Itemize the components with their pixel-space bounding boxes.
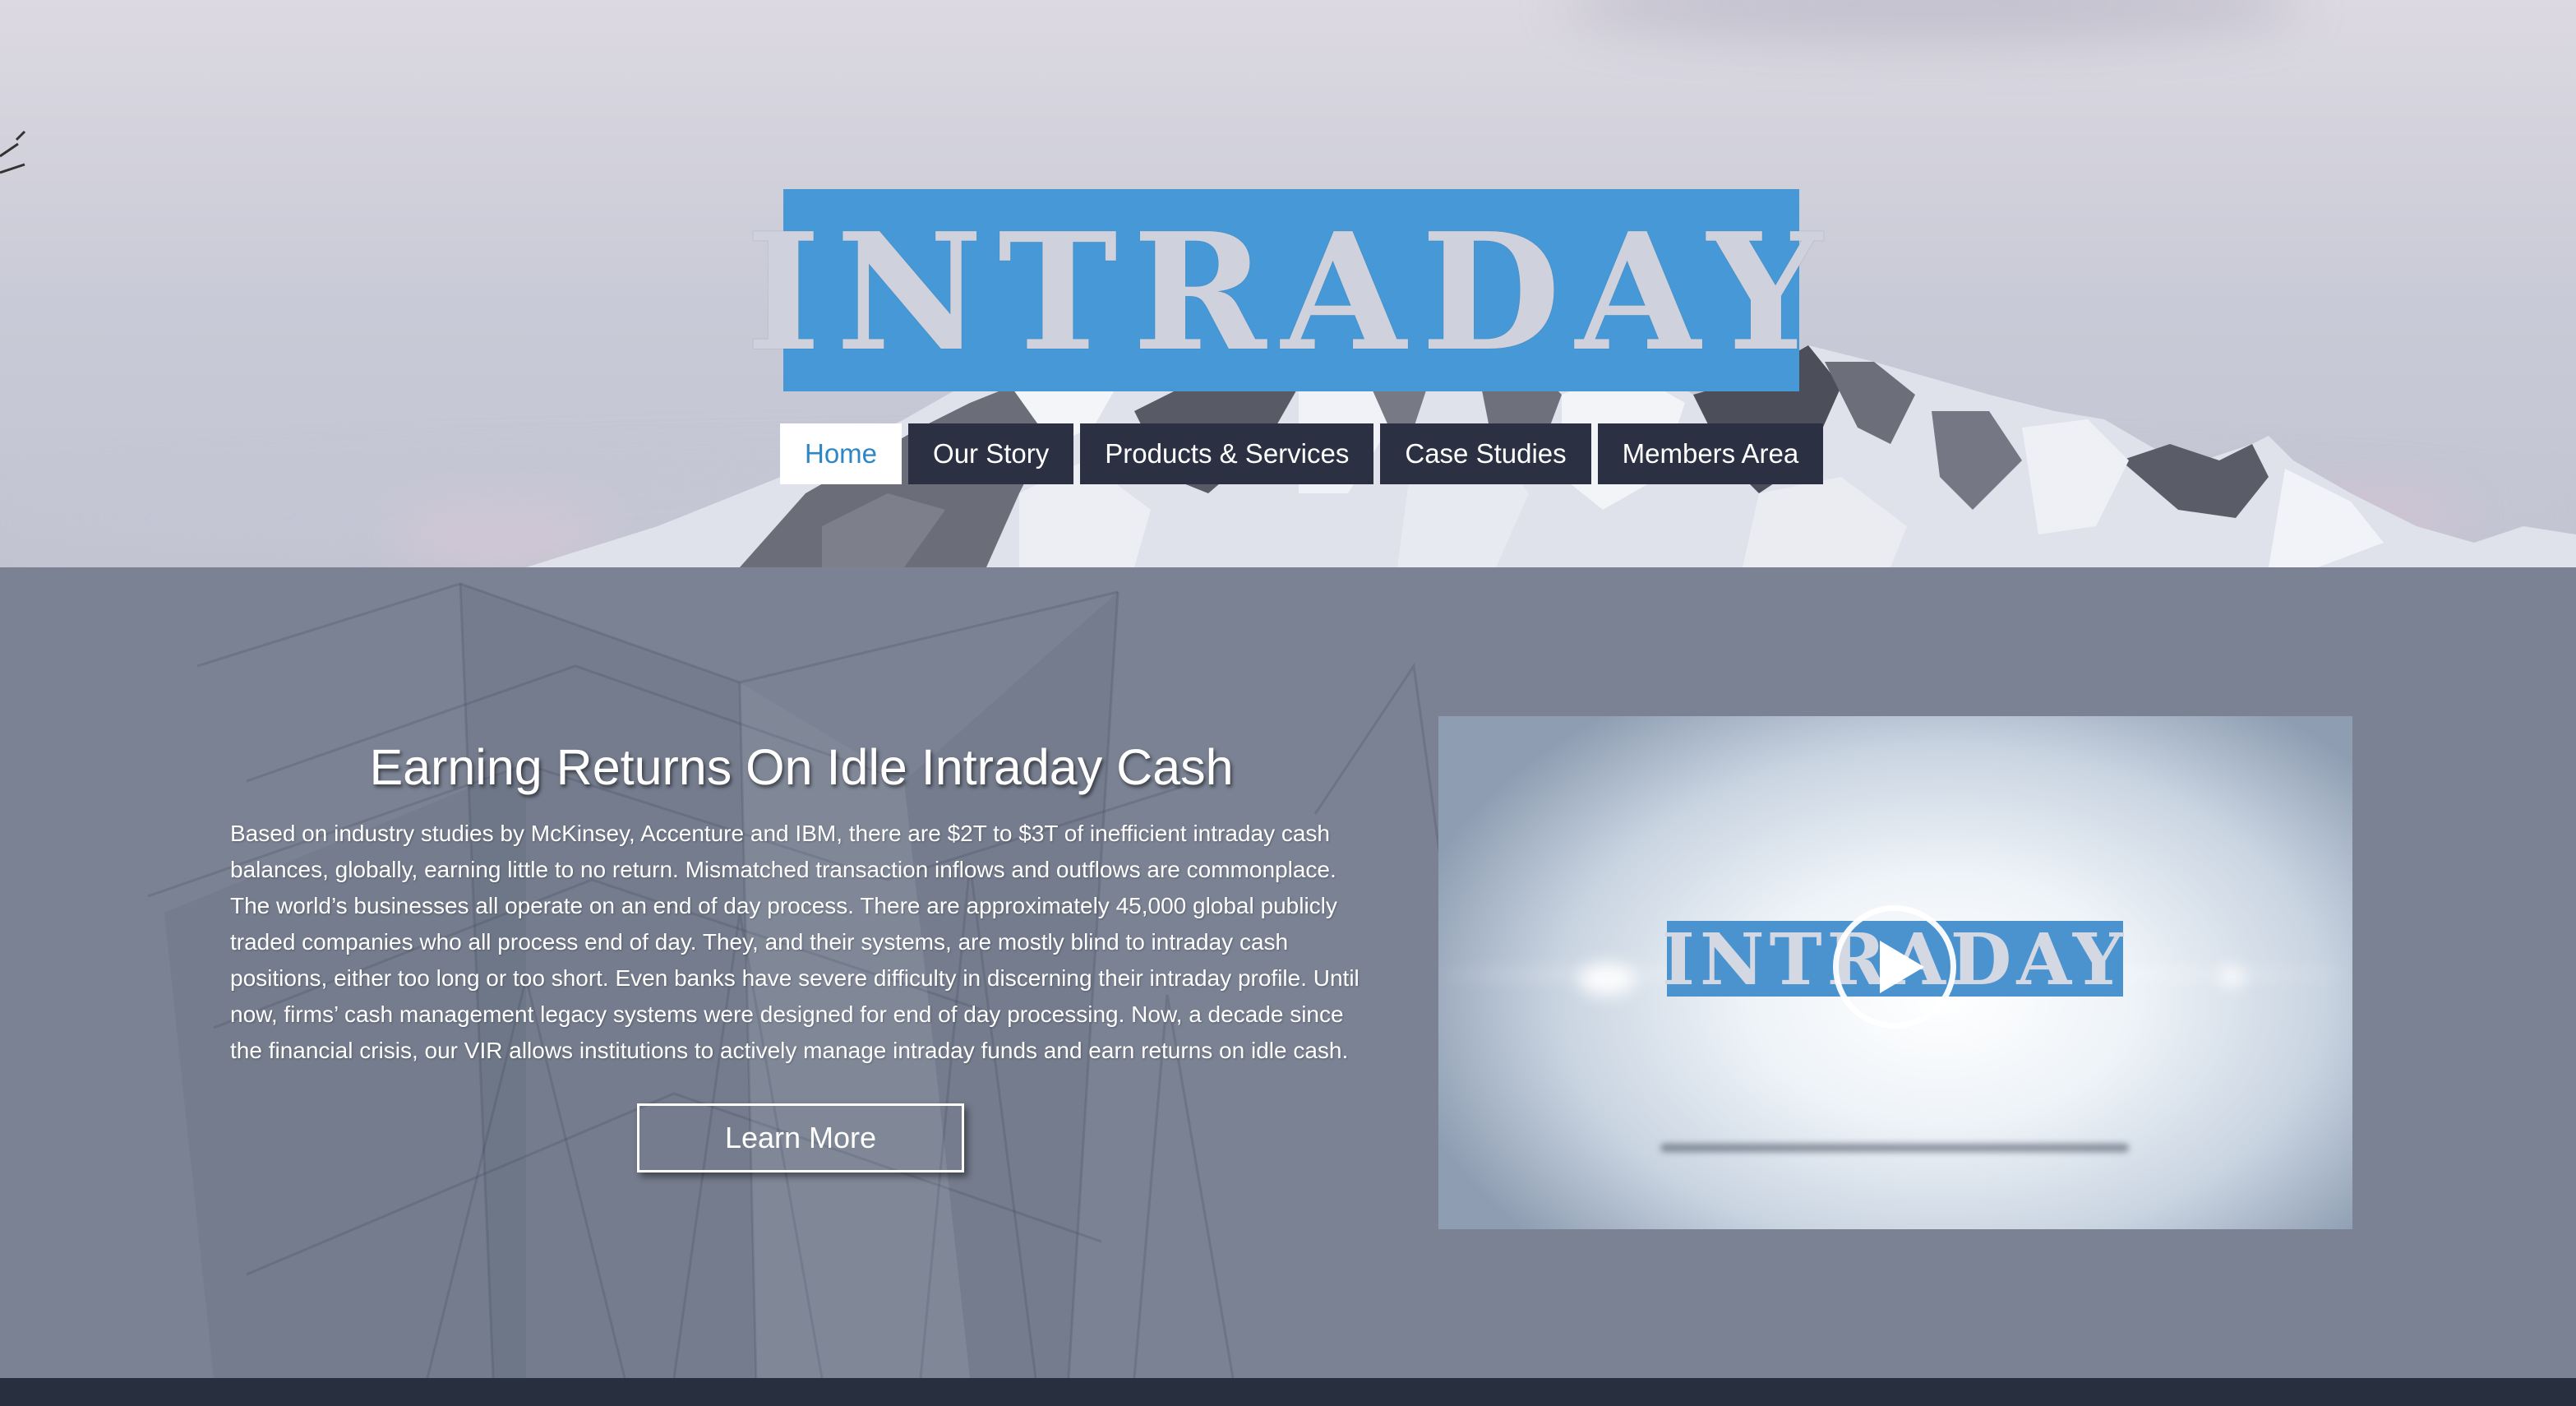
learn-more-button[interactable]: Learn More — [637, 1103, 964, 1172]
nav-item-products-services[interactable]: Products & Services — [1080, 423, 1374, 484]
main-navigation: Home Our Story Products & Services Case … — [780, 423, 1824, 484]
nav-item-home[interactable]: Home — [780, 423, 903, 484]
nav-item-members-area[interactable]: Members Area — [1597, 423, 1824, 484]
page: INTRADAY Home Our Story Products & Servi… — [0, 0, 2576, 1406]
nav-item-our-story[interactable]: Our Story — [908, 423, 1074, 484]
intro-video-player[interactable]: INTRADAY — [1438, 716, 2352, 1229]
play-icon — [1880, 941, 1924, 993]
logo-text: INTRADAY — [746, 198, 1837, 387]
nav-item-case-studies[interactable]: Case Studies — [1380, 423, 1591, 484]
section-body-text: Based on industry studies by McKinsey, A… — [230, 821, 1360, 1063]
hero-banner: INTRADAY Home Our Story Products & Servi… — [0, 0, 2576, 567]
intro-section: Earning Returns On Idle Intraday Cash Ba… — [0, 567, 2576, 1378]
footer-bar — [0, 1378, 2576, 1406]
section-heading: Earning Returns On Idle Intraday Cash — [369, 739, 1234, 795]
play-button[interactable] — [1833, 905, 1956, 1029]
site-logo[interactable]: INTRADAY — [746, 189, 1822, 391]
video-caption-blur — [1660, 1144, 2129, 1152]
